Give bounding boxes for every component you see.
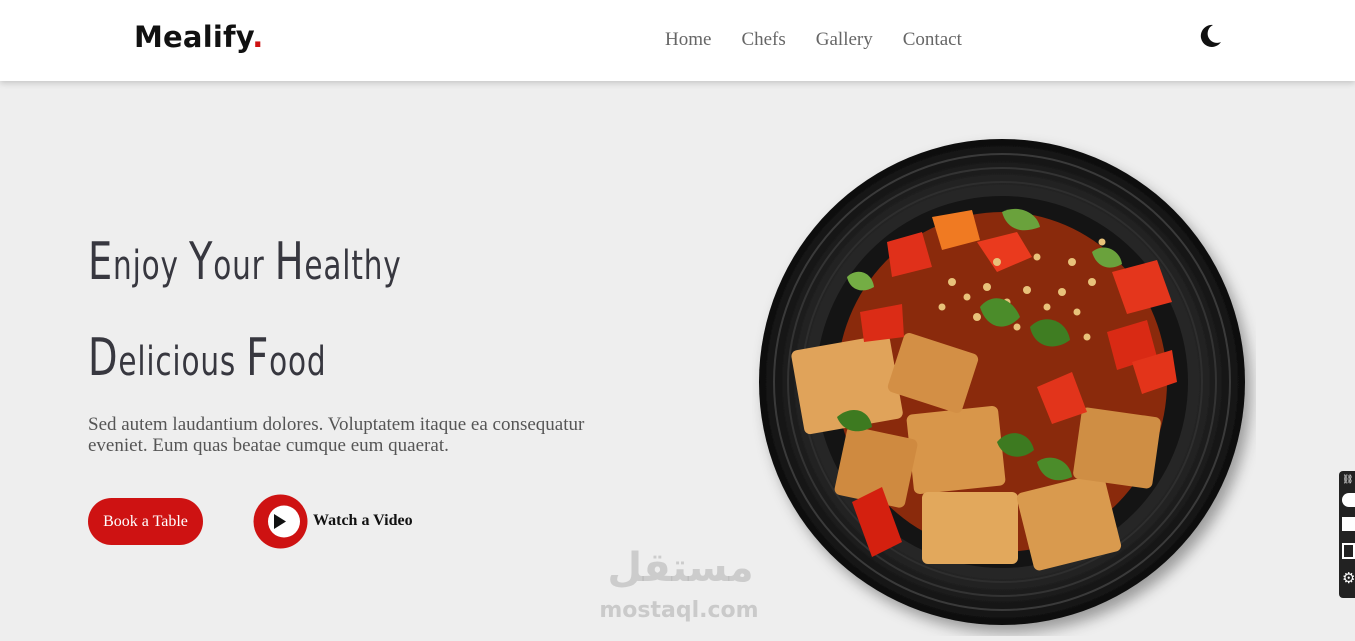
watermark-latin: mostaql.com (599, 598, 759, 623)
hero-description: Sed autem laudantium dolores. Voluptatem… (88, 414, 585, 456)
moon-icon[interactable] (1195, 22, 1223, 50)
nav-gallery[interactable]: Gallery (816, 29, 873, 51)
book-table-button[interactable]: Book a Table (88, 498, 203, 545)
main-nav: Home Chefs Gallery Contact (665, 29, 962, 51)
panel-icon[interactable] (1342, 517, 1355, 531)
link-icon[interactable]: ⛓ (1342, 475, 1355, 485)
checkbox-icon[interactable] (1342, 543, 1355, 559)
nav-chefs[interactable]: Chefs (741, 29, 785, 51)
food-plate-image (759, 139, 1245, 625)
logo-dot: . (252, 20, 264, 54)
nav-contact[interactable]: Contact (903, 29, 962, 51)
side-toolbar[interactable]: ⛓ ⚙ (1339, 471, 1355, 598)
hero-title-line-1: Enjoy Your Healthy (88, 232, 402, 292)
logo-text: Mealify (134, 20, 253, 54)
logo[interactable]: Mealify. (134, 20, 263, 54)
play-icon (253, 494, 308, 549)
hero-title-line-2: Delicious Food (88, 328, 327, 388)
search-icon[interactable] (1342, 493, 1355, 507)
watch-video-label: Watch a Video (313, 512, 413, 529)
watermark-arabic: مستقل (607, 545, 754, 591)
watch-video-button[interactable]: Watch a Video (252, 493, 422, 550)
gear-icon[interactable]: ⚙ (1342, 569, 1355, 589)
site-header: Mealify. Home Chefs Gallery Contact (0, 0, 1355, 81)
nav-home[interactable]: Home (665, 29, 711, 51)
